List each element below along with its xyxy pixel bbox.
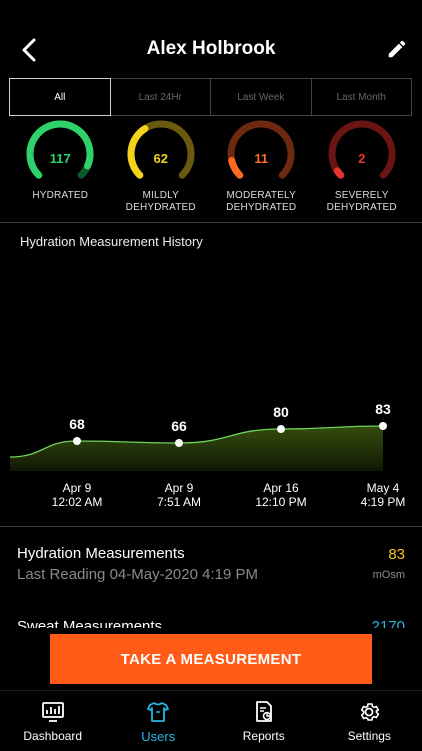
chart-data-label: 80 bbox=[273, 404, 289, 420]
app-header: Alex Holbrook bbox=[0, 0, 422, 72]
tab-all[interactable]: All bbox=[9, 78, 111, 116]
row-title: Hydration Measurements bbox=[17, 545, 185, 562]
gauge-moderately-dehydrated[interactable]: 11 MODERATELYDEHYDRATED bbox=[211, 120, 312, 220]
chart-data-label: 68 bbox=[69, 416, 85, 432]
take-measurement-button[interactable]: TAKE A MEASUREMENT bbox=[50, 634, 372, 684]
nav-settings[interactable]: Settings bbox=[317, 691, 422, 751]
chart-x-date-label: Apr 9 bbox=[165, 481, 194, 495]
chart-point[interactable] bbox=[73, 437, 81, 445]
divider bbox=[0, 222, 422, 223]
chart-point[interactable] bbox=[175, 439, 183, 447]
page-title: Alex Holbrook bbox=[0, 38, 422, 60]
dashboard-icon bbox=[41, 700, 65, 724]
chart-x-time-label: 4:19 PM bbox=[361, 495, 406, 509]
gauge-label: MODERATELYDEHYDRATED bbox=[211, 190, 312, 214]
row-title: Sweat Measurements bbox=[17, 618, 162, 628]
gauge-value: 11 bbox=[211, 151, 312, 166]
history-title: Hydration Measurement History bbox=[20, 234, 203, 249]
gauge-hydrated[interactable]: 117 HYDRATED bbox=[10, 120, 111, 220]
reports-icon bbox=[252, 700, 276, 724]
chart-x-date-label: May 4 bbox=[367, 481, 400, 495]
time-filter-tabs: All Last 24Hr Last Week Last Month bbox=[10, 78, 412, 116]
chart-point[interactable] bbox=[277, 425, 285, 433]
chart-x-time-label: 12:10 PM bbox=[255, 495, 306, 509]
gauge-value: 2 bbox=[312, 151, 413, 166]
nav-reports[interactable]: Reports bbox=[211, 691, 317, 751]
nav-label: Dashboard bbox=[23, 729, 82, 743]
gauge-label: SEVERELYDEHYDRATED bbox=[312, 190, 413, 214]
chart-data-label: 66 bbox=[171, 418, 187, 434]
last-reading: Last Reading 04-May-2020 4:19 PM bbox=[17, 566, 258, 583]
hydration-unit: mOsm bbox=[373, 569, 405, 581]
gauge-label: HYDRATED bbox=[10, 190, 111, 202]
sweat-measurements-row[interactable]: Sweat Measurements 2170 bbox=[0, 612, 422, 628]
hydration-value: 83 bbox=[388, 546, 405, 563]
chart-x-date-label: Apr 16 bbox=[263, 481, 299, 495]
nav-label: Reports bbox=[243, 729, 285, 743]
chart-point[interactable] bbox=[379, 422, 387, 430]
nav-dashboard[interactable]: Dashboard bbox=[0, 691, 106, 751]
gauge-value: 117 bbox=[10, 151, 111, 166]
chart-data-label: 83 bbox=[375, 401, 391, 417]
gauge-value: 62 bbox=[111, 151, 212, 166]
tab-last-24hr[interactable]: Last 24Hr bbox=[110, 78, 212, 116]
bottom-nav: Dashboard Users Reports Settings bbox=[0, 690, 422, 751]
tab-last-week[interactable]: Last Week bbox=[210, 78, 312, 116]
chart-area-fill bbox=[10, 426, 383, 471]
tab-last-month[interactable]: Last Month bbox=[311, 78, 413, 116]
gear-icon bbox=[357, 700, 381, 724]
hydration-gauges: 117 HYDRATED 62 MILDLYDEHYDRATED 11 MODE… bbox=[10, 120, 412, 220]
gauge-severely-dehydrated[interactable]: 2 SEVERELYDEHYDRATED bbox=[312, 120, 413, 220]
chart-x-time-label: 7:51 AM bbox=[157, 495, 201, 509]
hydration-history-chart: 68Apr 912:02 AM66Apr 97:51 AM80Apr 1612:… bbox=[0, 262, 422, 522]
nav-label: Users bbox=[141, 729, 175, 744]
gauge-label: MILDLYDEHYDRATED bbox=[111, 190, 212, 214]
pencil-icon[interactable] bbox=[386, 38, 408, 60]
divider bbox=[0, 526, 422, 527]
chart-x-time-label: 12:02 AM bbox=[52, 495, 103, 509]
nav-label: Settings bbox=[348, 729, 391, 743]
nav-users[interactable]: Users bbox=[106, 691, 212, 751]
users-shirt-icon bbox=[146, 700, 170, 724]
chart-x-date-label: Apr 9 bbox=[63, 481, 92, 495]
gauge-mildly-dehydrated[interactable]: 62 MILDLYDEHYDRATED bbox=[111, 120, 212, 220]
sweat-value: 2170 bbox=[372, 618, 405, 628]
